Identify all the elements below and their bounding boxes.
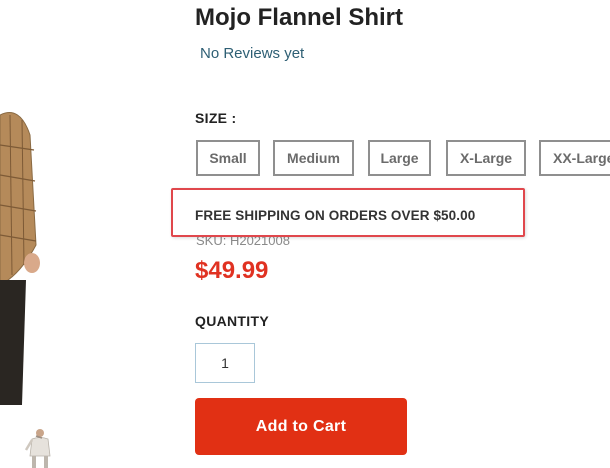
size-option-large[interactable]: Large [368,140,431,176]
free-shipping-notice: FREE SHIPPING ON ORDERS OVER $50.00 [195,208,476,223]
size-option-small[interactable]: Small [196,140,260,176]
size-option-medium[interactable]: Medium [273,140,354,176]
product-thumbnail[interactable] [22,424,58,468]
product-price: $49.99 [195,257,269,284]
reviews-link[interactable]: No Reviews yet [200,45,304,62]
quantity-input[interactable] [195,343,255,383]
product-main-image[interactable] [0,95,40,405]
product-title: Mojo Flannel Shirt [195,4,403,31]
shirt-photo-icon [0,95,40,405]
quantity-label: QUANTITY [195,313,269,329]
size-option-x-large[interactable]: X-Large [446,140,526,176]
add-to-cart-button[interactable]: Add to Cart [195,398,407,455]
product-page: Mojo Flannel Shirt No Reviews yet SIZE :… [0,0,610,468]
model-thumbnail-icon [22,424,58,468]
size-label: SIZE : [195,110,237,126]
size-option-xx-large[interactable]: XX-Large [539,140,610,176]
